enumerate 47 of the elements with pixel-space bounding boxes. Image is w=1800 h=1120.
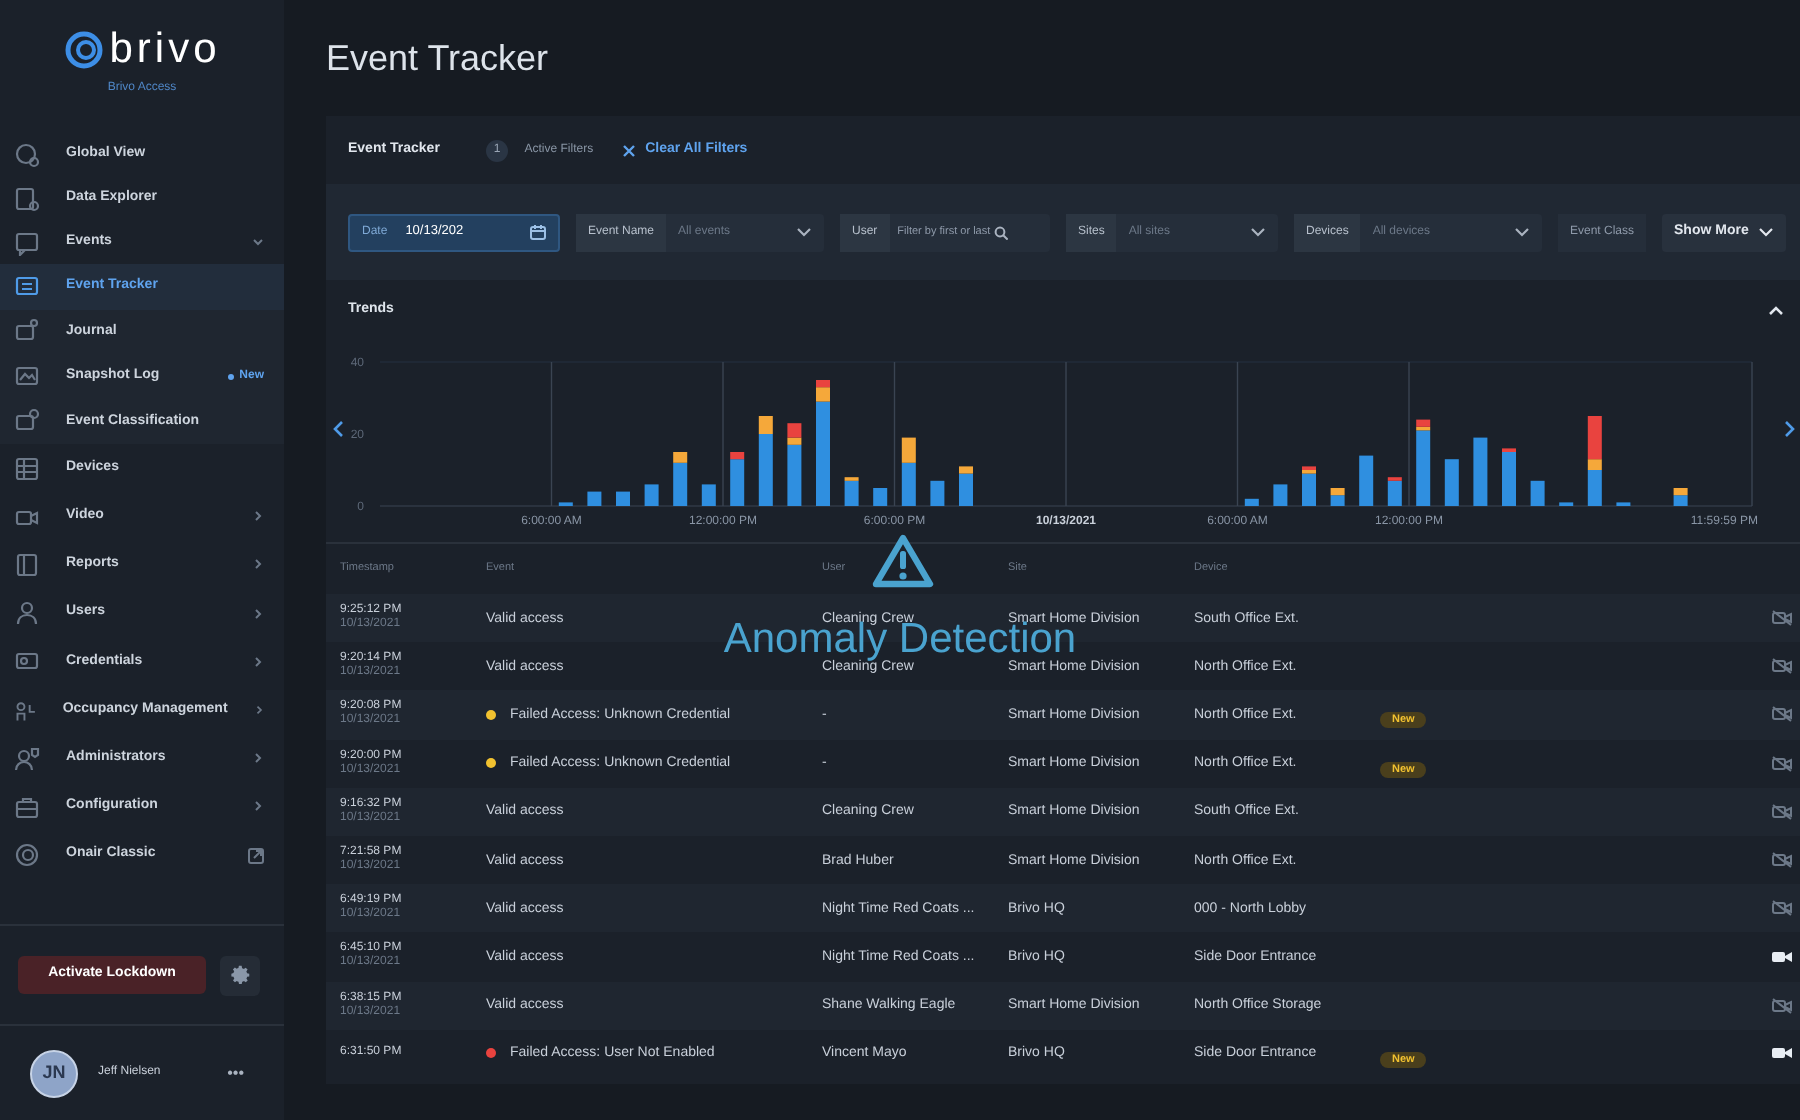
warning-icon (872, 534, 934, 588)
brand-logo-text: brivo (109, 28, 221, 72)
bar-segment (1359, 455, 1374, 506)
database-search-icon (14, 185, 40, 211)
chevron-down-icon (1514, 224, 1530, 240)
page-title: Event Tracker (326, 36, 551, 82)
external-link-icon (248, 847, 264, 864)
settings-button[interactable] (220, 955, 260, 995)
bar-segment (1273, 484, 1288, 506)
chevron-down-icon (1250, 224, 1266, 240)
devices-icon (14, 455, 40, 482)
gear-icon (229, 964, 251, 986)
close-icon (621, 143, 636, 157)
bar-segment (930, 480, 945, 506)
bar-segment (873, 488, 888, 506)
globe-icon (14, 141, 40, 167)
id-card-icon (14, 648, 40, 675)
occupancy-icon (14, 697, 37, 724)
bar-segment (616, 491, 630, 506)
bar-segment (1530, 480, 1545, 506)
admin-user-icon (14, 745, 40, 772)
user-avatar[interactable]: JN (30, 1049, 78, 1097)
bar-segment (644, 484, 659, 506)
chat-person-icon (14, 318, 40, 345)
briefcase-icon (14, 793, 40, 820)
circle-logo-icon (14, 842, 40, 869)
book-icon (14, 551, 40, 578)
user-icon (14, 600, 40, 627)
chat-gear-icon (14, 408, 40, 435)
bar-segment (1444, 459, 1459, 506)
bar-segment (701, 484, 716, 506)
message-icon (14, 273, 40, 300)
chat-icon (14, 229, 40, 255)
chart-previous-button[interactable] (332, 420, 344, 438)
bar-segment (587, 491, 602, 506)
chevron-down-icon (1758, 224, 1775, 240)
chart-next-button[interactable] (1784, 420, 1797, 438)
image-chat-icon (14, 363, 40, 390)
bar-segment (1244, 498, 1259, 506)
chevron-down-icon (796, 224, 812, 240)
user-menu-button[interactable]: ••• (227, 1061, 244, 1085)
calendar-icon (530, 224, 546, 240)
dot-icon (227, 373, 234, 380)
search-icon (994, 225, 1009, 239)
bar-segment (1473, 437, 1488, 506)
logo-icon (63, 30, 104, 70)
anomaly-detection-overlay-text: Anomaly Detection (723, 622, 1077, 658)
